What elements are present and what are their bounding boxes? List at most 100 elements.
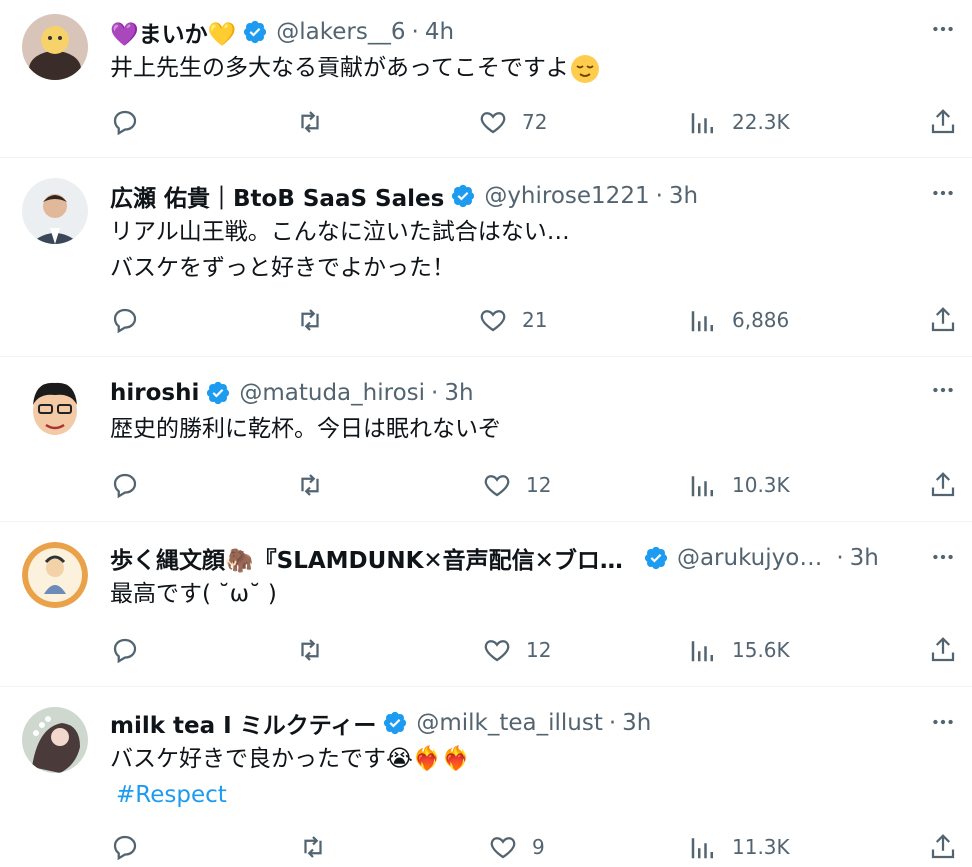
like-icon <box>484 640 510 662</box>
reply-button[interactable] <box>110 102 140 142</box>
like-icon <box>484 475 510 497</box>
views-button[interactable]: 15.6K <box>688 630 790 670</box>
retweet-button[interactable] <box>295 102 325 142</box>
reply-button[interactable] <box>110 630 140 670</box>
tweet[interactable]: hiroshi @matuda_hirosi · 3h 歴史的勝利に乾杯。今日は… <box>0 357 972 522</box>
separator: · <box>431 380 439 406</box>
handle[interactable]: @arukujyo… <box>677 545 822 571</box>
display-name[interactable]: milk tea I ミルクティー <box>110 706 408 740</box>
verified-badge-icon <box>244 20 267 44</box>
share-icon <box>931 109 955 134</box>
like-icon <box>480 112 506 134</box>
action-bar: 9 11.3K <box>110 827 972 867</box>
verified-badge-icon <box>384 711 407 735</box>
view-count: 22.3K <box>732 110 790 134</box>
display-name[interactable]: 💜まいか💛 <box>110 15 268 49</box>
reply-icon <box>113 473 137 499</box>
tweet[interactable]: 歩く縄文顔🦣『SLAMDUNK✕音声配信✕ブロ… @arukujyo… · 3h… <box>0 522 972 687</box>
separator: · <box>655 183 663 209</box>
views-icon <box>691 311 713 332</box>
timestamp[interactable]: 3h <box>850 545 879 571</box>
timestamp[interactable]: 3h <box>669 183 698 209</box>
views-button[interactable]: 22.3K <box>688 102 790 142</box>
more-icon[interactable] <box>928 178 958 208</box>
avatar[interactable] <box>22 178 88 244</box>
tweet[interactable]: milk tea I ミルクティー @milk_tea_illust · 3h … <box>0 687 972 866</box>
retweet-icon <box>301 474 319 496</box>
avatar[interactable] <box>22 542 88 608</box>
display-name[interactable]: 歩く縄文顔🦣『SLAMDUNK✕音声配信✕ブロ… <box>110 541 623 575</box>
handle[interactable]: @milk_tea_illust <box>416 710 603 736</box>
avatar[interactable] <box>22 707 88 773</box>
display-name[interactable]: 広瀬 佑貴｜BtoB SaaS Sales <box>110 179 476 213</box>
verified-badge-icon <box>207 381 230 405</box>
share-button[interactable] <box>928 827 958 867</box>
like-icon <box>490 837 516 859</box>
like-button[interactable]: 72 <box>478 102 547 142</box>
retweet-icon <box>304 836 322 858</box>
more-icon[interactable] <box>928 375 958 405</box>
tweet-text: 最高です( ˘ω˘ ) <box>110 581 277 607</box>
reply-button[interactable] <box>110 465 140 505</box>
views-icon <box>691 476 713 497</box>
share-icon <box>931 637 955 662</box>
share-button[interactable] <box>928 300 958 340</box>
reply-icon <box>113 110 137 136</box>
like-count: 12 <box>526 473 552 497</box>
reply-icon <box>113 638 137 664</box>
retweet-button[interactable] <box>295 300 325 340</box>
avatar[interactable] <box>22 375 88 441</box>
more-icon[interactable] <box>928 707 958 737</box>
separator: · <box>411 19 419 45</box>
avatar[interactable] <box>22 14 88 80</box>
view-count: 10.3K <box>732 473 790 497</box>
view-count: 6,886 <box>732 308 790 332</box>
like-button[interactable]: 21 <box>478 300 547 340</box>
handle[interactable]: @lakers__6 <box>276 19 405 45</box>
timestamp[interactable]: 4h <box>425 19 454 45</box>
timestamp[interactable]: 3h <box>622 710 651 736</box>
tweet-header: 広瀬 佑貴｜BtoB SaaS Sales @yhirose1221 · 3h <box>110 176 912 216</box>
retweet-icon <box>301 111 319 133</box>
reply-button[interactable] <box>110 827 140 867</box>
action-bar: 21 6,886 <box>110 300 972 340</box>
separator: · <box>836 545 844 571</box>
timestamp[interactable]: 3h <box>444 380 473 406</box>
tweet[interactable]: 💜まいか💛 @lakers__6 · 4h 井上先生の多大なる貢献があってこそで… <box>0 0 972 158</box>
tweet-header: 💜まいか💛 @lakers__6 · 4h <box>110 12 912 52</box>
views-button[interactable]: 6,886 <box>688 300 789 340</box>
retweet-button[interactable] <box>298 827 328 867</box>
views-button[interactable]: 11.3K <box>688 827 790 867</box>
retweet-button[interactable] <box>295 630 325 670</box>
action-bar: 72 22.3K <box>110 102 972 142</box>
more-icon[interactable] <box>928 14 958 44</box>
like-count: 21 <box>522 308 548 332</box>
views-icon <box>691 641 713 662</box>
tweet-text: 井上先生の多大なる貢献があってこそですよ <box>110 50 601 86</box>
view-count: 11.3K <box>732 835 790 859</box>
retweet-button[interactable] <box>295 465 325 505</box>
like-button[interactable]: 12 <box>482 465 551 505</box>
reply-icon <box>113 308 137 334</box>
retweet-icon <box>301 639 319 661</box>
like-button[interactable]: 12 <box>482 630 551 670</box>
share-button[interactable] <box>928 465 958 505</box>
handle[interactable]: @yhirose1221 <box>484 183 649 209</box>
tweet-header: milk tea I ミルクティー @milk_tea_illust · 3h <box>110 703 912 743</box>
share-button[interactable] <box>928 102 958 142</box>
tweet-header: 歩く縄文顔🦣『SLAMDUNK✕音声配信✕ブロ… @arukujyo… · 3h <box>110 538 912 578</box>
tweet[interactable]: 広瀬 佑貴｜BtoB SaaS Sales @yhirose1221 · 3h … <box>0 158 972 357</box>
share-icon <box>931 472 955 497</box>
more-icon[interactable] <box>928 542 958 572</box>
like-button[interactable]: 9 <box>488 827 545 867</box>
reply-button[interactable] <box>110 300 140 340</box>
handle[interactable]: @matuda_hirosi <box>239 380 425 406</box>
views-icon <box>691 838 713 859</box>
display-name[interactable]: hiroshi <box>110 380 231 406</box>
hashtag-link[interactable]: #Respect <box>110 777 470 813</box>
action-bar: 12 10.3K <box>110 465 972 505</box>
tweet-text: 歴史的勝利に乾杯。今日は眠れないぞ <box>110 416 501 442</box>
share-button[interactable] <box>928 630 958 670</box>
views-button[interactable]: 10.3K <box>688 465 790 505</box>
verified-badge-icon <box>644 546 668 570</box>
